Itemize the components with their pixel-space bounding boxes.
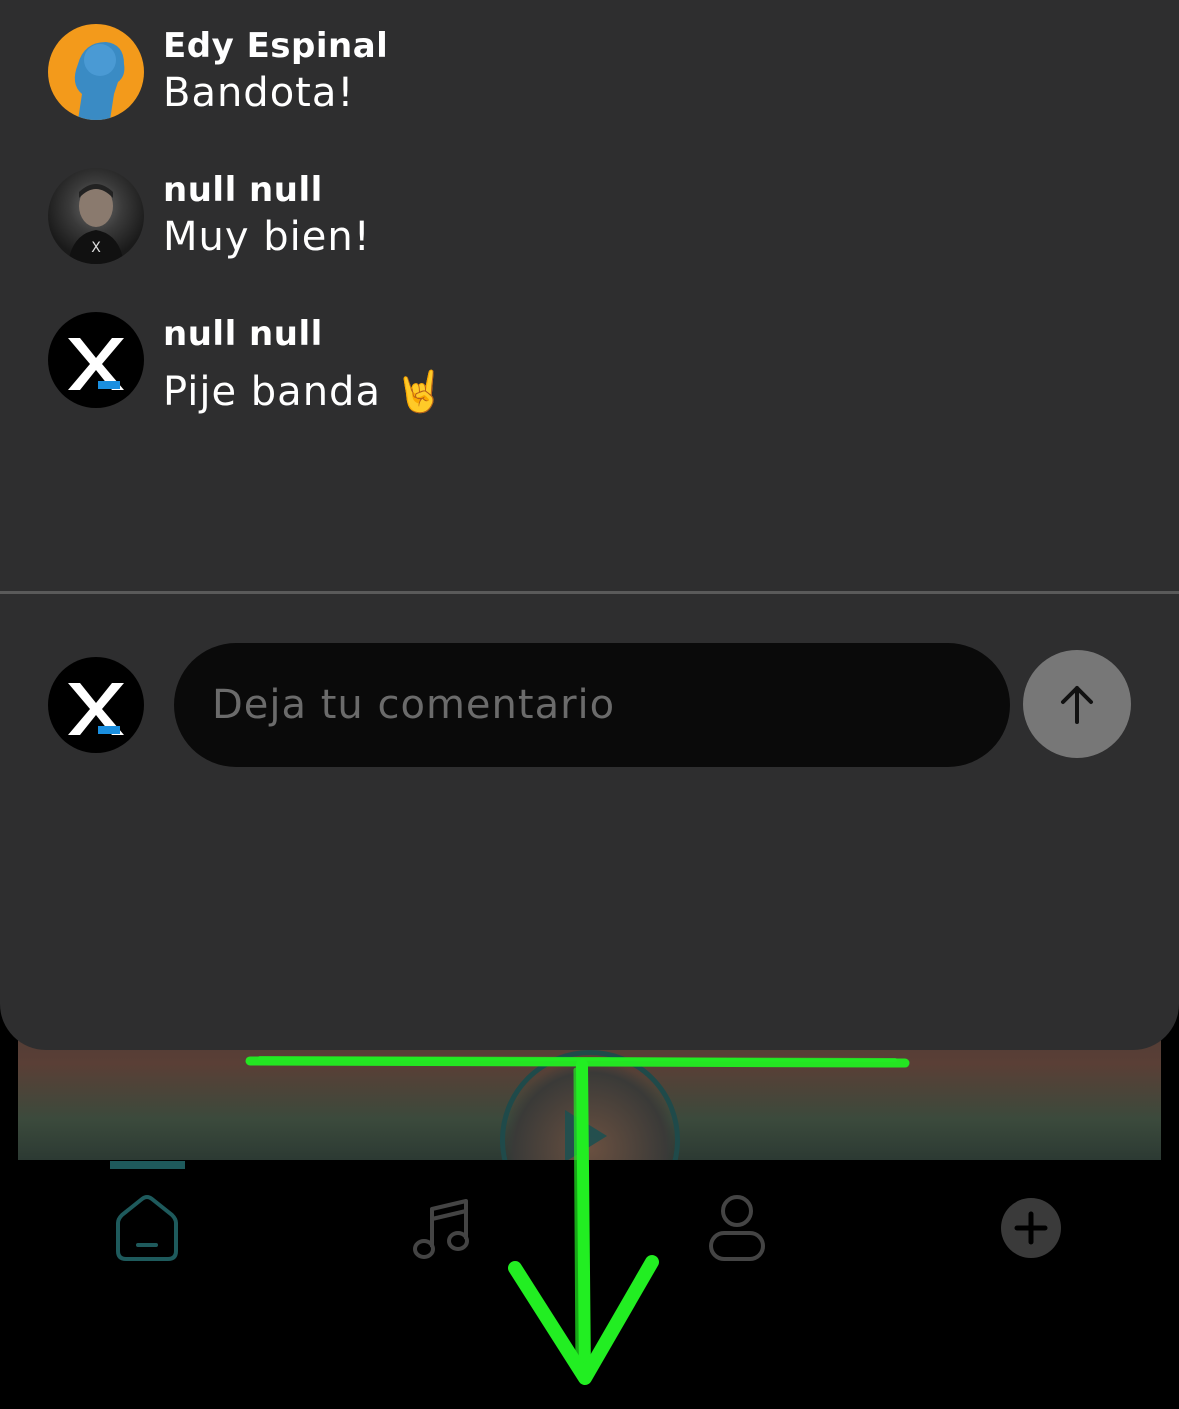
music-note-icon [413, 1199, 469, 1259]
comment-input[interactable] [174, 643, 1010, 767]
play-icon[interactable] [565, 1110, 607, 1162]
avatar[interactable] [48, 312, 144, 408]
comment-item: Edy Espinal Bandota! [48, 24, 1148, 124]
comment-author: null null [163, 314, 323, 354]
user-icon [709, 1195, 765, 1261]
comment-text: Pije banda 🤘 [163, 369, 446, 415]
avatar[interactable] [48, 24, 144, 120]
nav-home[interactable] [107, 1188, 187, 1268]
arrow-up-icon [1061, 686, 1093, 724]
nav-active-indicator [110, 1161, 185, 1169]
nav-music[interactable] [402, 1188, 482, 1268]
plus-circle-icon [1001, 1198, 1061, 1258]
avatar[interactable]: X [48, 168, 144, 264]
comment-text: Bandota! [163, 70, 355, 116]
divider [0, 591, 1179, 594]
send-button[interactable] [1023, 650, 1131, 758]
home-icon [116, 1195, 178, 1261]
nav-profile[interactable] [697, 1188, 777, 1268]
comment-item: null null Pije banda 🤘 [48, 312, 1148, 415]
svg-text:X: X [91, 240, 101, 256]
comment-item: X null null Muy bien! [48, 168, 1148, 268]
comment-text: Muy bien! [163, 214, 371, 260]
comment-author: null null [163, 170, 323, 210]
comments-sheet: Edy Espinal Bandota! X null null Muy bie… [0, 0, 1179, 1050]
current-user-avatar [48, 657, 144, 753]
comment-author: Edy Espinal [163, 26, 389, 66]
nav-create[interactable] [991, 1188, 1071, 1268]
